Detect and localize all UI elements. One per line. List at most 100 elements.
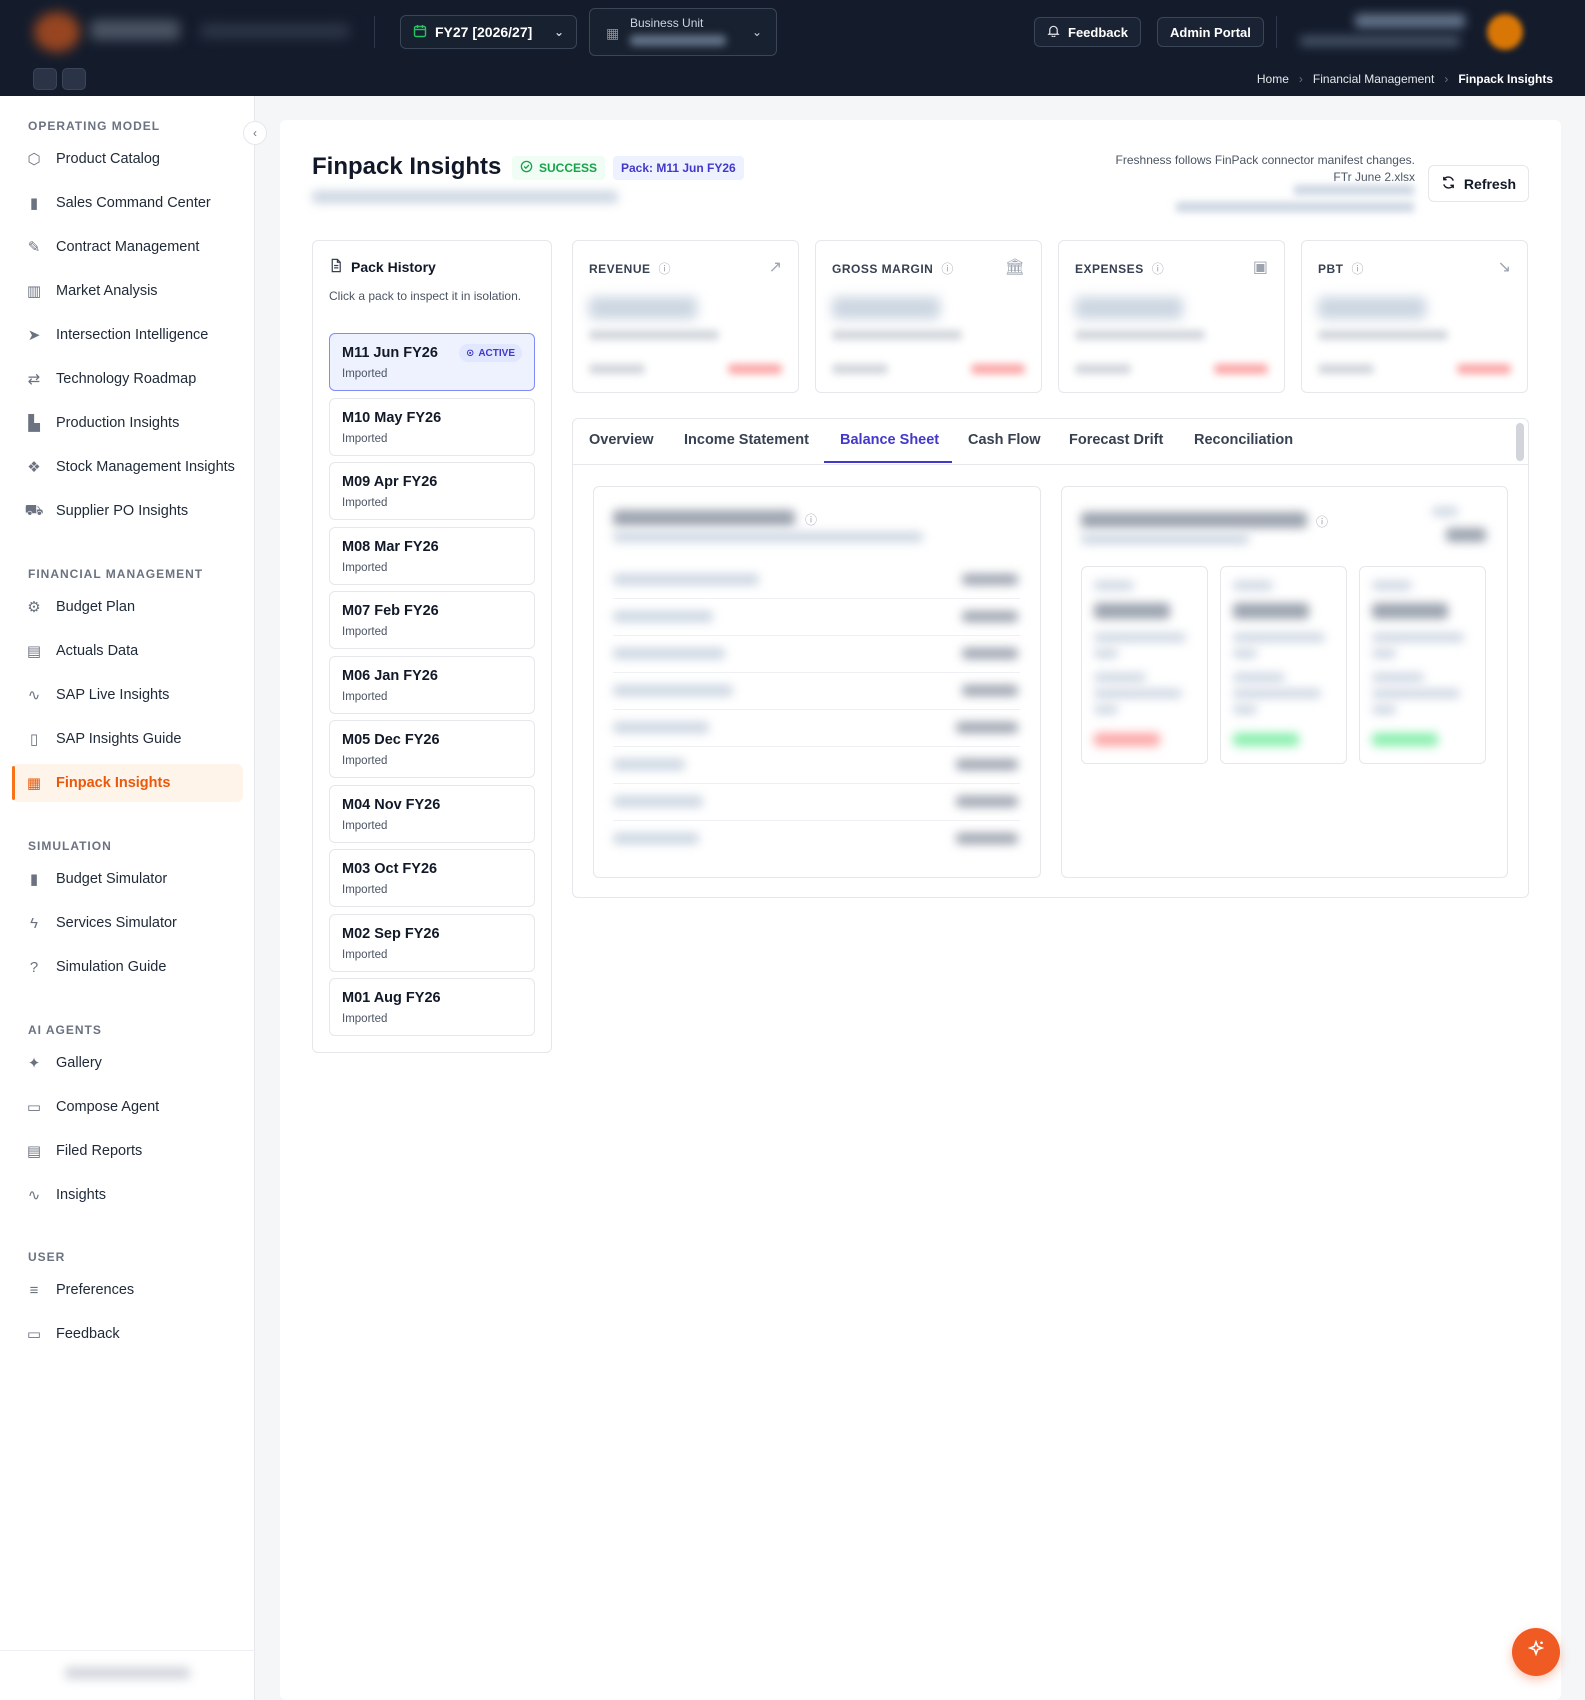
metric-label bbox=[1432, 507, 1458, 516]
sidebar-item-market-analysis[interactable]: ▥ Market Analysis bbox=[12, 272, 243, 310]
breadcrumb-financial-management[interactable]: Financial Management bbox=[1313, 72, 1434, 86]
tab-balance-sheet[interactable]: Balance Sheet bbox=[840, 432, 939, 448]
sidebar-item-stock-management-insights[interactable]: ❖ Stock Management Insights bbox=[12, 448, 243, 486]
pack-name: M04 Nov FY26 bbox=[342, 796, 441, 813]
tab-income-statement[interactable]: Income Statement bbox=[684, 432, 809, 448]
metric-row-value bbox=[962, 685, 1018, 696]
pack-card[interactable]: M10 May FY26 Imported bbox=[329, 397, 535, 456]
sidebar-collapse-button[interactable]: ‹ bbox=[243, 121, 267, 145]
bell-icon bbox=[1047, 24, 1060, 40]
sidebar-item-insights[interactable]: ∿ Insights bbox=[12, 1176, 243, 1214]
sidebar-item-sap-insights-guide[interactable]: ▯ SAP Insights Guide bbox=[12, 720, 243, 758]
sidebar-item-feedback[interactable]: ▭ Feedback bbox=[12, 1315, 243, 1353]
sidebar-item-budget-simulator[interactable]: ▮ Budget Simulator bbox=[12, 860, 243, 898]
sidebar-item-preferences[interactable]: ≡ Preferences bbox=[12, 1271, 243, 1309]
metric-row-label bbox=[613, 574, 759, 585]
sidebar-item-compose-agent[interactable]: ▭ Compose Agent bbox=[12, 1088, 243, 1126]
admin-portal-button[interactable]: Admin Portal bbox=[1157, 17, 1264, 47]
component-detail bbox=[1233, 649, 1257, 658]
metric-row-value bbox=[962, 648, 1018, 659]
wallet-icon: ▣ bbox=[1252, 259, 1268, 276]
tab-overview[interactable]: Overview bbox=[589, 432, 654, 448]
divider bbox=[613, 746, 1020, 747]
pack-card[interactable]: M07 Feb FY26 Imported bbox=[329, 591, 535, 649]
sidebar-item-sap-live-insights[interactable]: ∿ SAP Live Insights bbox=[12, 676, 243, 714]
sidebar-item-intersection-intelligence[interactable]: ➤ Intersection Intelligence bbox=[12, 316, 243, 354]
info-icon[interactable]: ⓘ bbox=[659, 260, 672, 277]
sidebar-item-contract-management[interactable]: ✎ Contract Management bbox=[12, 228, 243, 266]
working-capital-component bbox=[1220, 566, 1347, 764]
pack-name: M11 Jun FY26 bbox=[342, 345, 438, 361]
kpi-value bbox=[1318, 297, 1426, 319]
sidebar-item-label: Feedback bbox=[56, 1326, 120, 1342]
component-detail bbox=[1372, 633, 1464, 642]
kpi-value bbox=[589, 297, 697, 319]
pack-card[interactable]: M08 Mar FY26 Imported bbox=[329, 526, 535, 585]
sidebar-item-budget-plan[interactable]: ⚙ Budget Plan bbox=[12, 588, 243, 626]
sidebar-item-gallery[interactable]: ✦ Gallery bbox=[12, 1044, 243, 1082]
menu-toggle-button[interactable] bbox=[33, 68, 57, 90]
pack-card[interactable]: M11 Jun FY26 Imported ⊙ ACTIVE bbox=[329, 333, 535, 391]
tab-forecast-drift[interactable]: Forecast Drift bbox=[1069, 432, 1163, 448]
document-icon: ▤ bbox=[26, 1143, 42, 1160]
brand-logo[interactable] bbox=[34, 12, 80, 52]
refresh-button[interactable]: Refresh bbox=[1428, 165, 1529, 202]
file-icon bbox=[329, 258, 343, 276]
pack-card[interactable]: M03 Oct FY26 Imported bbox=[329, 849, 535, 907]
sidebar-item-label: Preferences bbox=[56, 1282, 135, 1298]
info-icon[interactable]: ⓘ bbox=[1152, 260, 1165, 277]
info-icon[interactable]: ⓘ bbox=[1316, 513, 1328, 530]
layout-toggle-button[interactable] bbox=[62, 68, 86, 90]
status-label: SUCCESS bbox=[539, 161, 598, 175]
avatar[interactable] bbox=[1487, 14, 1523, 50]
kpi-title-row: GROSS MARGIN ⓘ bbox=[832, 260, 954, 277]
sidebar-section-title: OPERATING MODEL bbox=[28, 119, 161, 133]
pack-card[interactable]: M05 Dec FY26 Imported bbox=[329, 720, 535, 778]
tab-scrollbar[interactable] bbox=[1516, 423, 1524, 461]
card-subtitle bbox=[1081, 534, 1249, 544]
sidebar-item-supplier-po-insights[interactable]: ⛟ Supplier PO Insights bbox=[12, 492, 243, 530]
kpi-title-row: PBT ⓘ bbox=[1318, 260, 1364, 277]
bar-chart-icon: ▮ bbox=[29, 195, 39, 212]
pack-card[interactable]: M02 Sep FY26 Imported bbox=[329, 913, 535, 972]
check-circle-icon bbox=[520, 160, 533, 176]
sidebar-item-finpack-insights[interactable]: ▦ Finpack Insights bbox=[12, 764, 243, 802]
kpi-title-row: EXPENSES ⓘ bbox=[1075, 260, 1164, 277]
pack-card[interactable]: M09 Apr FY26 Imported bbox=[329, 462, 535, 520]
tab-reconciliation[interactable]: Reconciliation bbox=[1194, 432, 1293, 448]
sidebar-item-production-insights[interactable]: ▙ Production Insights bbox=[12, 404, 243, 442]
sidebar-item-actuals-data[interactable]: ▤ Actuals Data bbox=[12, 632, 243, 670]
sidebar-item-product-catalog[interactable]: ⬡ Product Catalog bbox=[12, 140, 243, 178]
kpi-value bbox=[1075, 297, 1183, 319]
pack-card[interactable]: M04 Nov FY26 Imported bbox=[329, 784, 535, 843]
component-prior bbox=[1233, 689, 1321, 698]
breadcrumb: Home › Financial Management › Finpack In… bbox=[1257, 72, 1553, 86]
component-detail bbox=[1233, 633, 1325, 642]
business-unit-select[interactable]: ▦ Business Unit ⌄ bbox=[589, 8, 777, 56]
info-icon[interactable]: ⓘ bbox=[805, 511, 817, 528]
fiscal-year-select[interactable]: FY27 [2026/27] ⌄ bbox=[400, 15, 577, 49]
info-icon[interactable]: ⓘ bbox=[1352, 260, 1365, 277]
breadcrumb-home[interactable]: Home bbox=[1257, 72, 1289, 86]
sidebar-item-label: Stock Management Insights bbox=[56, 459, 235, 475]
pack-name: M06 Jan FY26 bbox=[342, 667, 438, 684]
sidebar-item-label: Services Simulator bbox=[56, 915, 177, 931]
pack-status: Imported bbox=[342, 626, 388, 638]
info-icon[interactable]: ⓘ bbox=[941, 260, 954, 277]
pack-card[interactable]: M06 Jan FY26 Imported bbox=[329, 655, 535, 714]
sidebar-item-label: Budget Plan bbox=[56, 599, 136, 615]
sidebar-item-services-simulator[interactable]: ϟ Services Simulator bbox=[12, 904, 243, 942]
kpi-card-gross-margin: GROSS MARGIN ⓘ 🏛 bbox=[815, 240, 1042, 393]
sidebar-item-filed-reports[interactable]: ▤ Filed Reports bbox=[12, 1132, 243, 1170]
freshness-timestamp bbox=[1294, 185, 1414, 195]
feedback-button[interactable]: Feedback bbox=[1034, 17, 1141, 47]
metric-row-value bbox=[956, 722, 1018, 733]
pack-card[interactable]: M01 Aug FY26 Imported bbox=[329, 978, 535, 1036]
ai-assistant-button[interactable] bbox=[1512, 1628, 1560, 1676]
sidebar-item-technology-roadmap[interactable]: ⇄ Technology Roadmap bbox=[12, 360, 243, 398]
chevron-right-icon: › bbox=[1298, 72, 1303, 86]
sidebar-item-simulation-guide[interactable]: ? Simulation Guide bbox=[12, 948, 243, 986]
sidebar-item-sales-command-center[interactable]: ▮ Sales Command Center bbox=[12, 184, 243, 222]
tab-cash-flow[interactable]: Cash Flow bbox=[968, 432, 1041, 448]
sidebar-item-label: Compose Agent bbox=[56, 1099, 160, 1115]
